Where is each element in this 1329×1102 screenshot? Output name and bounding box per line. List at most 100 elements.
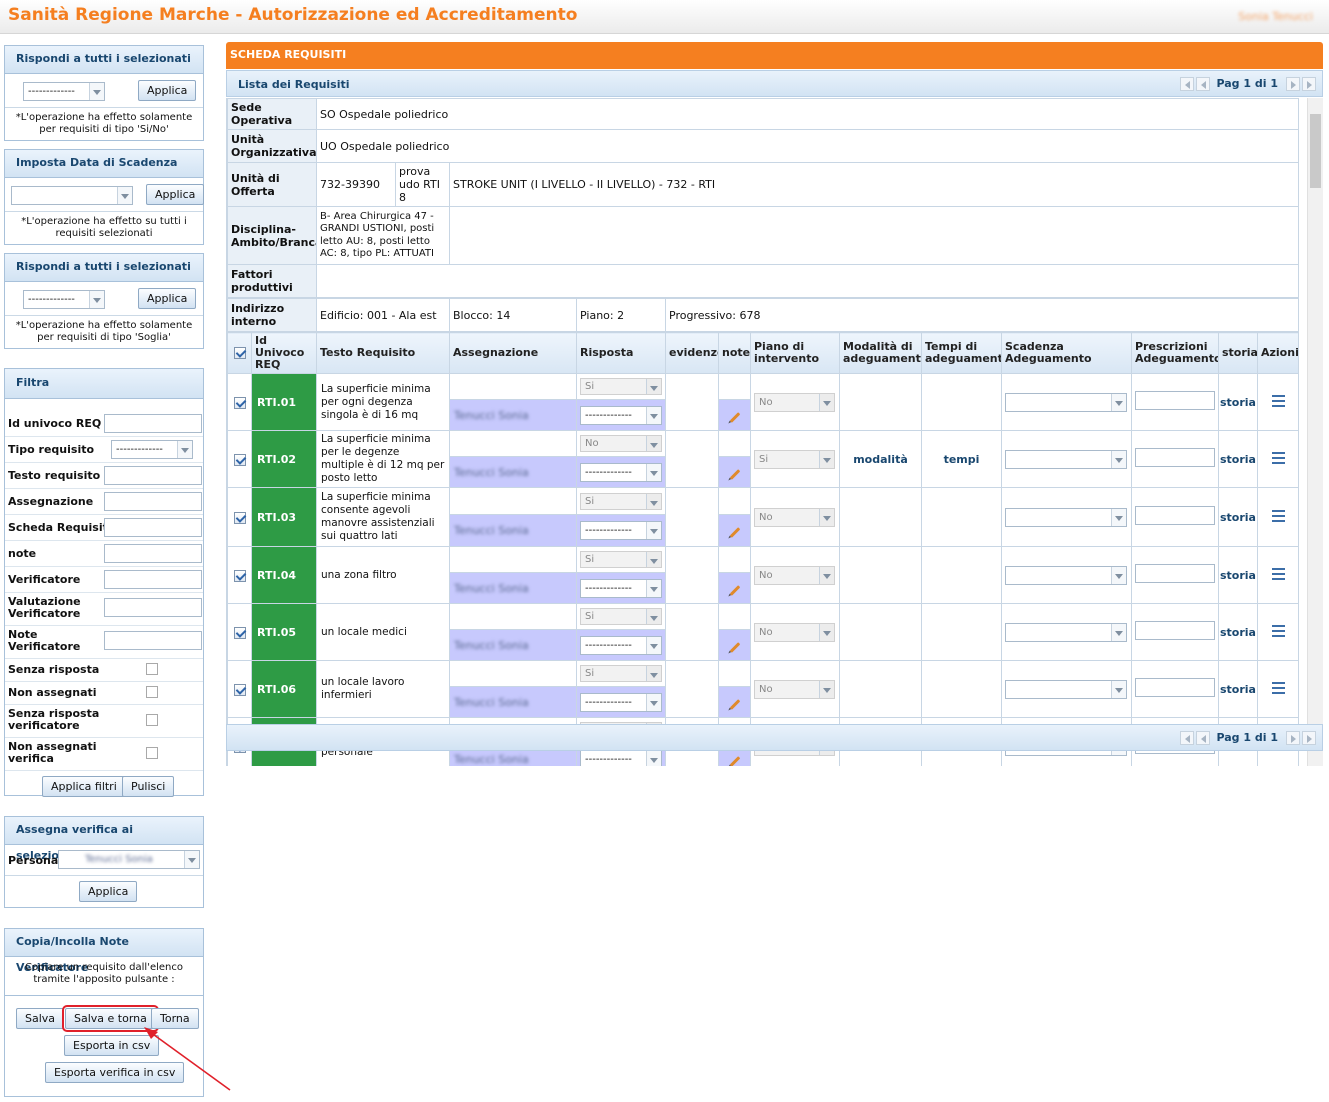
- salva-button[interactable]: Salva: [16, 1008, 65, 1029]
- tempi-link[interactable]: [921, 373, 1002, 431]
- scadenza-select[interactable]: [1005, 622, 1127, 642]
- risposta-select[interactable]: Si: [580, 665, 662, 682]
- column-header[interactable]: note: [718, 332, 751, 374]
- senza-risposta-checkbox[interactable]: [146, 663, 158, 675]
- applica-filtri-button[interactable]: Applica filtri: [42, 776, 126, 797]
- actions-menu-icon[interactable]: [1271, 394, 1285, 407]
- risposta-select[interactable]: -------------: [23, 290, 105, 309]
- storia-link[interactable]: storia: [1218, 660, 1258, 718]
- persona-select[interactable]: Tenucci Sonia: [58, 850, 200, 869]
- prescrizioni-input[interactable]: [1135, 391, 1215, 410]
- assegnazione-select[interactable]: -------------: [580, 749, 662, 766]
- senza-risposta-verificatore-checkbox[interactable]: [146, 714, 158, 726]
- pencil-icon[interactable]: [729, 641, 740, 653]
- risposta-select[interactable]: Si: [580, 378, 662, 395]
- tipo-requisito-select[interactable]: -------------: [111, 440, 193, 459]
- column-header[interactable]: Id Univoco REQ: [251, 332, 317, 374]
- modalita-link[interactable]: [839, 660, 922, 718]
- valutazione-verificatore-input[interactable]: [104, 598, 202, 617]
- pencil-icon[interactable]: [729, 527, 740, 538]
- verificatore-input[interactable]: [104, 570, 202, 589]
- prescrizioni-input[interactable]: [1135, 506, 1215, 525]
- storia-link[interactable]: storia: [1218, 430, 1258, 488]
- prev-page-icon[interactable]: [1196, 77, 1211, 91]
- testo-requisito-input[interactable]: [104, 466, 202, 485]
- next-page-icon[interactable]: [1286, 77, 1300, 91]
- piano-intervento-select[interactable]: No: [754, 392, 835, 412]
- scadenza-select[interactable]: [1005, 449, 1127, 469]
- actions-menu-icon[interactable]: [1271, 681, 1285, 694]
- pencil-icon[interactable]: [729, 468, 740, 480]
- storia-link[interactable]: storia: [1218, 546, 1258, 604]
- pencil-icon[interactable]: [729, 584, 740, 596]
- row-checkbox[interactable]: [233, 683, 246, 696]
- row-checkbox[interactable]: [233, 453, 246, 466]
- risposta-select[interactable]: No: [580, 435, 662, 452]
- modalita-link[interactable]: modalità: [839, 430, 922, 488]
- assegnazione-select[interactable]: -------------: [580, 521, 662, 540]
- column-header[interactable]: Risposta: [576, 332, 666, 374]
- date-select[interactable]: [11, 186, 133, 205]
- prescrizioni-input[interactable]: [1135, 678, 1215, 697]
- actions-menu-icon[interactable]: [1271, 624, 1285, 637]
- next-page-icon[interactable]: [1286, 731, 1300, 745]
- pencil-icon[interactable]: [729, 411, 740, 423]
- tempi-link[interactable]: tempi: [921, 430, 1002, 488]
- risposta-select[interactable]: Si: [580, 492, 662, 510]
- first-page-icon[interactable]: [1180, 731, 1195, 745]
- scadenza-select[interactable]: [1005, 565, 1127, 585]
- column-header[interactable]: Testo Requisito: [316, 332, 450, 374]
- risposta-select[interactable]: Si: [580, 608, 662, 625]
- prev-page-icon[interactable]: [1196, 731, 1211, 745]
- applica-button[interactable]: Applica: [138, 288, 197, 309]
- pencil-icon[interactable]: [729, 698, 740, 710]
- piano-intervento-select[interactable]: No: [754, 622, 835, 642]
- id-univoco-input[interactable]: [104, 414, 202, 433]
- scrollbar-thumb[interactable]: [1310, 114, 1321, 188]
- scadenza-select[interactable]: [1005, 679, 1127, 699]
- piano-intervento-select[interactable]: No: [754, 507, 835, 527]
- column-header[interactable]: Scadenza Adeguamento: [1001, 332, 1132, 374]
- column-header[interactable]: evidenze: [665, 332, 719, 374]
- assegnazione-select[interactable]: -------------: [580, 405, 662, 425]
- applica-button[interactable]: Applica: [146, 184, 205, 205]
- column-header[interactable]: Azioni: [1257, 332, 1299, 374]
- modalita-link[interactable]: [839, 373, 922, 431]
- first-page-icon[interactable]: [1180, 77, 1195, 91]
- modalita-link[interactable]: [839, 487, 922, 547]
- prescrizioni-input[interactable]: [1135, 448, 1215, 467]
- assegnazione-select[interactable]: -------------: [580, 462, 662, 482]
- piano-intervento-select[interactable]: Si: [754, 449, 835, 469]
- modalita-link[interactable]: [839, 546, 922, 604]
- storia-link[interactable]: storia: [1218, 487, 1258, 547]
- pencil-icon[interactable]: [729, 755, 740, 766]
- assegnazione-select[interactable]: -------------: [580, 635, 662, 655]
- piano-intervento-select[interactable]: No: [754, 565, 835, 585]
- row-checkbox[interactable]: [233, 626, 246, 639]
- applica-button[interactable]: Applica: [138, 80, 197, 101]
- assegnazione-input[interactable]: [104, 492, 202, 511]
- modalita-link[interactable]: [839, 603, 922, 661]
- actions-menu-icon[interactable]: [1271, 509, 1285, 522]
- applica-button[interactable]: Applica: [79, 881, 138, 902]
- tempi-link[interactable]: [921, 487, 1002, 547]
- actions-menu-icon[interactable]: [1271, 451, 1285, 464]
- last-page-icon[interactable]: [1302, 77, 1316, 91]
- tempi-link[interactable]: [921, 660, 1002, 718]
- prescrizioni-input[interactable]: [1135, 564, 1215, 583]
- vertical-scrollbar[interactable]: [1307, 98, 1323, 766]
- note-verificatore-input[interactable]: [104, 631, 202, 650]
- tempi-link[interactable]: [921, 603, 1002, 661]
- column-header[interactable]: Prescrizioni Adeguamento: [1131, 332, 1219, 374]
- row-checkbox[interactable]: [233, 511, 246, 524]
- piano-intervento-select[interactable]: No: [754, 679, 835, 699]
- scadenza-select[interactable]: [1005, 507, 1127, 527]
- risposta-select[interactable]: -------------: [23, 82, 105, 101]
- note-input[interactable]: [104, 544, 202, 563]
- column-header[interactable]: storia: [1218, 332, 1258, 374]
- tempi-link[interactable]: [921, 546, 1002, 604]
- row-checkbox[interactable]: [233, 396, 246, 409]
- select-all-checkbox[interactable]: [233, 347, 246, 359]
- assegnazione-select[interactable]: -------------: [580, 578, 662, 598]
- scheda-requisiti-input[interactable]: [104, 518, 202, 537]
